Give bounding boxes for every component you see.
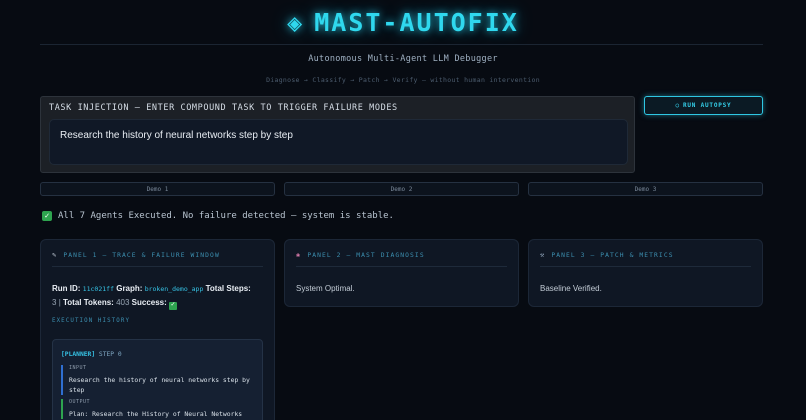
- panel-patch: ⚒ PANEL 3 — PATCH & METRICS Baseline Ver…: [528, 239, 763, 307]
- meta-separator: |: [58, 298, 61, 307]
- success-label: Success:: [131, 298, 167, 307]
- step-output: OUTPUT Plan: Research the History of Neu…: [61, 399, 259, 419]
- panel-diagnosis: ❀ PANEL 2 — MAST DIAGNOSIS System Optima…: [284, 239, 519, 307]
- run-id-label: Run ID:: [52, 284, 81, 293]
- total-steps-value: 3: [52, 298, 57, 307]
- panel-3-header: ⚒ PANEL 3 — PATCH & METRICS: [540, 251, 674, 259]
- task-input[interactable]: Research the history of neural networks …: [49, 119, 628, 165]
- wrench-icon: ⚒: [540, 251, 546, 259]
- total-steps-label: Total Steps:: [205, 284, 251, 293]
- circle-icon: ○: [675, 102, 680, 109]
- step-input: INPUT Research the history of neural net…: [61, 365, 259, 395]
- step-card: [PLANNER] STEP 0 INPUT Research the hist…: [52, 339, 263, 420]
- panel-3-divider: [540, 266, 751, 267]
- status-text: All 7 Agents Executed. No failure detect…: [58, 211, 394, 221]
- tagline: Diagnose → Classify → Patch → Verify — w…: [266, 76, 540, 84]
- step-agent: [PLANNER]: [61, 351, 96, 358]
- run-autopsy-button[interactable]: ○ RUN AUTOPSY: [644, 96, 763, 115]
- pin-icon: ✎: [52, 251, 58, 259]
- panel-3-title: PANEL 3 — PATCH & METRICS: [551, 251, 674, 259]
- total-tokens-value: 403: [116, 298, 130, 307]
- app-title-text: MAST-AUTOFIX: [314, 8, 519, 37]
- diagnosis-text: System Optimal.: [296, 284, 355, 293]
- run-autopsy-label: RUN AUTOPSY: [682, 102, 732, 109]
- diamond-icon: ◈: [287, 8, 305, 37]
- demo-1-button[interactable]: Demo 1: [40, 182, 275, 196]
- graph-label: Graph:: [116, 284, 143, 293]
- subtitle: Autonomous Multi-Agent LLM Debugger: [308, 54, 498, 64]
- demo-2-button[interactable]: Demo 2: [284, 182, 519, 196]
- run-id-value: 11c021ff: [82, 285, 114, 293]
- graph-value: broken_demo_app: [144, 285, 204, 293]
- header-divider: [40, 44, 763, 45]
- step-number: STEP 0: [98, 351, 122, 358]
- step-output-text: Plan: Research the History of Neural Net…: [69, 410, 243, 418]
- brain-icon: ❀: [296, 251, 302, 259]
- panel-1-title: PANEL 1 — TRACE & FAILURE WINDOW: [63, 251, 220, 259]
- panel-2-title: PANEL 2 — MAST DIAGNOSIS: [307, 251, 425, 259]
- task-injection-label: TASK INJECTION — ENTER COMPOUND TASK TO …: [49, 103, 398, 113]
- execution-history-label: EXECUTION HISTORY: [52, 318, 131, 324]
- success-check-icon: ✓: [169, 301, 178, 310]
- panel-2-header: ❀ PANEL 2 — MAST DIAGNOSIS: [296, 251, 425, 259]
- check-icon: ✓: [42, 211, 52, 221]
- app-title: ◈ MAST-AUTOFIX: [0, 8, 806, 37]
- task-injection-panel: TASK INJECTION — ENTER COMPOUND TASK TO …: [40, 96, 635, 173]
- step-input-label: INPUT: [69, 365, 87, 371]
- total-tokens-label: Total Tokens:: [63, 298, 114, 307]
- patch-text: Baseline Verified.: [540, 284, 602, 293]
- demo-3-button[interactable]: Demo 3: [528, 182, 763, 196]
- panel-1-divider: [52, 266, 263, 267]
- step-input-text: Research the history of neural networks …: [69, 376, 250, 394]
- step-header: [PLANNER] STEP 0: [61, 351, 122, 358]
- panel-2-divider: [296, 266, 507, 267]
- panel-trace: ✎ PANEL 1 — TRACE & FAILURE WINDOW Run I…: [40, 239, 275, 420]
- run-meta: Run ID: 11c021ff Graph: broken_demo_app …: [52, 282, 267, 310]
- panel-1-header: ✎ PANEL 1 — TRACE & FAILURE WINDOW: [52, 251, 220, 259]
- status-message: ✓ All 7 Agents Executed. No failure dete…: [42, 211, 394, 221]
- step-output-label: OUTPUT: [69, 399, 91, 405]
